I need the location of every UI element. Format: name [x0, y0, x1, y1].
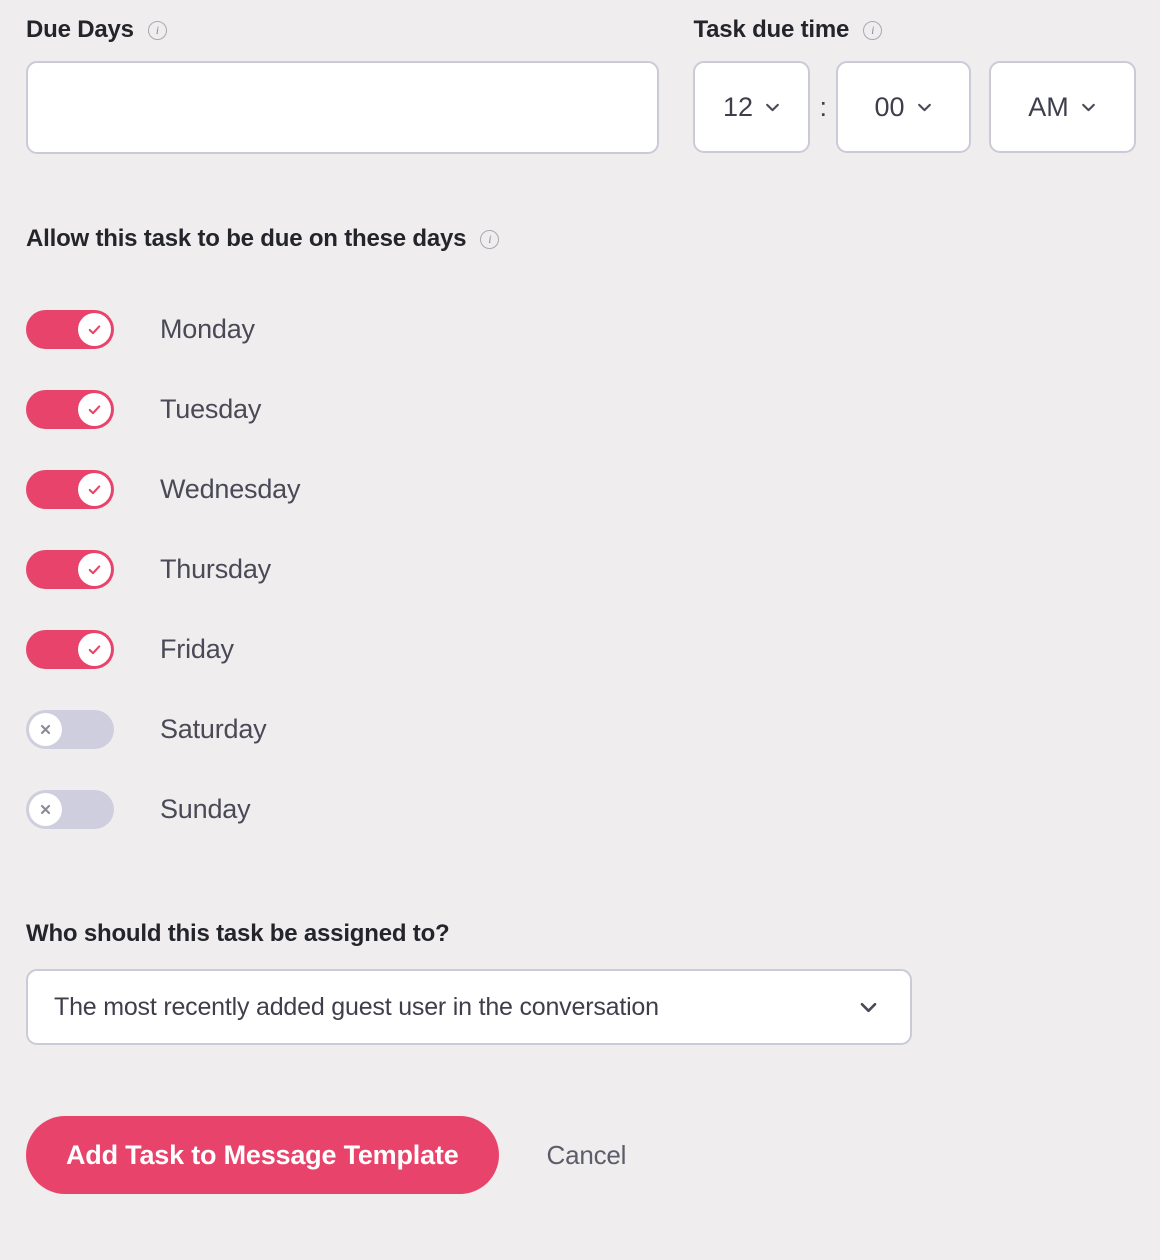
day-label-saturday: Saturday	[160, 713, 267, 744]
due-days-label-text: Due Days	[26, 16, 134, 43]
toggle-tuesday[interactable]	[26, 389, 114, 429]
check-icon	[88, 644, 101, 654]
close-icon	[40, 804, 51, 814]
day-label-thursday: Thursday	[160, 553, 271, 584]
task-due-time-label-text: Task due time	[693, 16, 850, 43]
meridiem-select[interactable]: AM	[989, 61, 1136, 153]
day-row-thursday: Thursday	[26, 529, 1134, 609]
info-icon[interactable]: i	[480, 229, 500, 249]
check-icon	[88, 484, 101, 494]
toggle-friday[interactable]	[26, 629, 114, 669]
assignee-section: Who should this task be assigned to? The…	[0, 849, 1160, 1045]
info-icon[interactable]: i	[863, 20, 883, 40]
minute-select[interactable]: 00	[836, 61, 971, 153]
toggle-knob	[29, 712, 62, 746]
day-label-sunday: Sunday	[160, 793, 251, 824]
assignee-selected-value: The most recently added guest user in th…	[54, 992, 659, 1021]
chevron-down-icon	[764, 99, 781, 116]
top-fields-row: Due Days i Task due time i 12 : 00 AM	[0, 0, 1160, 154]
add-task-button[interactable]: Add Task to Message Template	[26, 1116, 499, 1194]
day-row-tuesday: Tuesday	[26, 369, 1134, 449]
toggle-knob	[29, 792, 62, 826]
task-schedule-form: Due Days i Task due time i 12 : 00 AM Al…	[0, 0, 1160, 1260]
day-label-wednesday: Wednesday	[160, 473, 301, 504]
toggle-knob	[78, 632, 111, 666]
check-icon	[88, 324, 101, 334]
check-icon	[88, 564, 101, 574]
task-due-time-label: Task due time i	[693, 18, 1136, 42]
toggle-saturday[interactable]	[26, 709, 114, 749]
toggle-knob	[78, 312, 111, 346]
check-icon	[88, 404, 101, 414]
day-label-tuesday: Tuesday	[160, 393, 262, 424]
day-row-sunday: Sunday	[26, 769, 1134, 849]
time-separator: :	[819, 91, 827, 122]
due-days-label: Due Days i	[26, 18, 669, 42]
cancel-button[interactable]: Cancel	[547, 1140, 627, 1171]
due-days-field-group: Due Days i	[26, 18, 669, 154]
allowed-days-heading: Allow this task to be due on these days …	[26, 225, 1134, 253]
info-icon[interactable]: i	[147, 20, 167, 40]
chevron-down-icon	[1080, 99, 1097, 116]
form-actions: Add Task to Message Template Cancel	[0, 1045, 1160, 1194]
toggle-knob	[78, 472, 111, 506]
day-row-monday: Monday	[26, 289, 1134, 369]
toggle-thursday[interactable]	[26, 549, 114, 589]
assignee-heading: Who should this task be assigned to?	[26, 920, 450, 947]
day-row-friday: Friday	[26, 609, 1134, 689]
minute-value: 00	[874, 91, 905, 122]
close-icon	[40, 724, 51, 734]
time-selectors: 12 : 00 AM	[693, 61, 1136, 153]
allowed-days-section: Allow this task to be due on these days …	[0, 154, 1160, 849]
task-due-time-group: Task due time i 12 : 00 AM	[693, 18, 1136, 153]
toggle-monday[interactable]	[26, 309, 114, 349]
day-row-saturday: Saturday	[26, 689, 1134, 769]
meridiem-value: AM	[1028, 91, 1069, 122]
chevron-down-icon	[916, 99, 933, 116]
toggle-sunday[interactable]	[26, 789, 114, 829]
hour-value: 12	[722, 91, 753, 122]
hour-select[interactable]: 12	[693, 61, 811, 153]
day-label-monday: Monday	[160, 313, 255, 344]
day-label-friday: Friday	[160, 633, 234, 664]
assignee-select[interactable]: The most recently added guest user in th…	[26, 969, 912, 1045]
allowed-days-heading-text: Allow this task to be due on these days	[26, 225, 467, 252]
due-days-input[interactable]	[26, 61, 659, 154]
day-row-wednesday: Wednesday	[26, 449, 1134, 529]
toggle-wednesday[interactable]	[26, 469, 114, 509]
chevron-down-icon	[858, 997, 879, 1018]
toggle-knob	[78, 392, 111, 426]
toggle-knob	[78, 552, 111, 586]
